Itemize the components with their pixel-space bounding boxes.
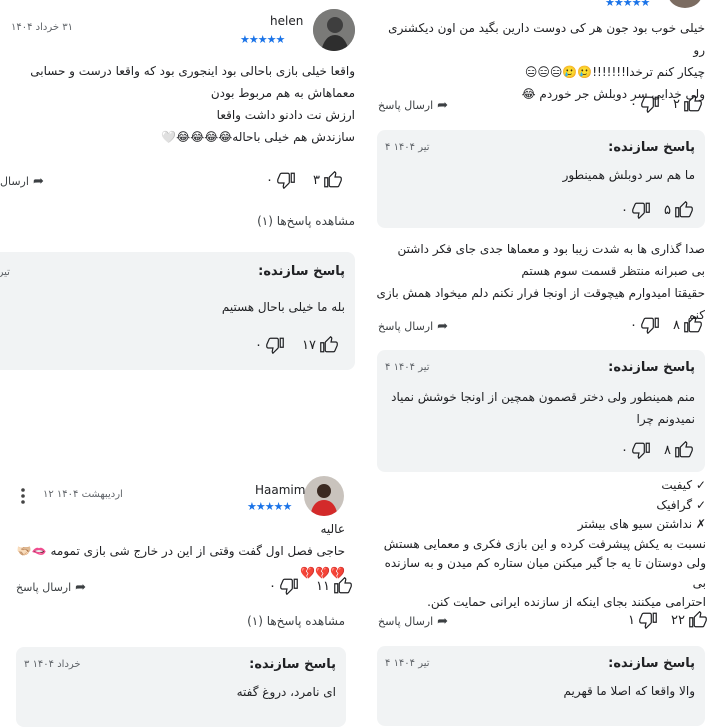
thumbs-up-icon[interactable] (324, 171, 342, 189)
rating-stars: ★★★★★ (605, 0, 650, 9)
thumbs-down-icon[interactable] (632, 441, 650, 459)
avatar-image (304, 476, 344, 516)
reply-vote-row: ۰ ۱۷ (255, 336, 338, 354)
avatar-image (313, 9, 355, 51)
like-count: ۲ (672, 96, 680, 112)
thumbs-up-icon[interactable] (684, 95, 702, 113)
reply-text: بله ما خیلی باحال هستیم (221, 300, 345, 314)
reply-arrow-icon: ➦ (437, 614, 449, 629)
more-options-icon[interactable] (18, 486, 28, 506)
reply-date: ۳ خرداد ۱۴۰۴ (24, 659, 81, 670)
reply-text: ما هم سر دوبلش همینطور (562, 168, 695, 182)
send-reply-button[interactable]: ➦ ارسال پاسخ (378, 614, 448, 629)
send-label: ارسال (0, 175, 29, 188)
reply-title: پاسخ سازنده: (258, 264, 345, 279)
thumbs-up-icon[interactable] (689, 611, 707, 629)
review-text: عالیه حاجی فصل اول گفت وقتی از این در خا… (16, 522, 345, 580)
send-reply-button[interactable]: ➦ ارسال پاسخ (378, 98, 448, 113)
developer-reply: پاسخ سازنده: ۴ تیر بله ما خیلی باحال هست… (0, 252, 355, 370)
developer-reply: پاسخ سازنده: ۳ خرداد ۱۴۰۴ ای نامرد، دروغ… (16, 647, 346, 727)
developer-reply: پاسخ سازنده: ۴ تیر ۱۴۰۴ منم همینطور ولی … (377, 350, 705, 472)
reply-title: پاسخ سازنده: (608, 140, 695, 155)
reply-date: ۴ تیر ۱۴۰۴ (385, 142, 430, 153)
send-label: ارسال پاسخ (378, 320, 434, 333)
reply-date: ۴ تیر (0, 267, 10, 278)
dislike-count: ۰ (266, 172, 273, 188)
reply-date: ۴ تیر ۱۴۰۴ (385, 362, 430, 373)
rating-stars: ★★★★★ (240, 33, 285, 46)
rating-stars: ★★★★★ (247, 500, 292, 513)
reply-arrow-icon: ➦ (32, 174, 44, 189)
thumbs-up-icon[interactable] (684, 316, 702, 334)
reply-title: پاسخ سازنده: (608, 360, 695, 375)
like-count: ۲۲ (670, 612, 685, 628)
reply-text: منم همینطور ولی دختر قصمون همچین از اونج… (391, 390, 695, 426)
thumbs-down-icon[interactable] (632, 201, 650, 219)
reply-title: پاسخ سازنده: (249, 657, 336, 672)
reply-arrow-icon: ➦ (437, 98, 449, 113)
vote-row: ۰ ۲ (630, 95, 702, 113)
like-count: ۳ (312, 172, 320, 188)
review-date: ۳۱ خرداد ۱۴۰۴ (11, 22, 73, 33)
dislike-count: ۰ (621, 442, 628, 458)
reviewer-name: Haamim (255, 483, 306, 497)
view-replies-link[interactable]: مشاهده پاسخ‌ها (۱) (190, 614, 345, 628)
dislike-count: ۰ (630, 317, 637, 333)
thumbs-down-icon[interactable] (641, 95, 659, 113)
review-text: واقعا خیلی بازی باحالی بود اینجوری بود ک… (30, 64, 355, 144)
send-reply-button[interactable]: ➦ ارسال پاسخ (378, 319, 448, 334)
dislike-count: ۱ (628, 612, 635, 628)
avatar (304, 476, 344, 516)
send-label: ارسال پاسخ (378, 615, 434, 628)
reply-vote-row: ۰ ۵ (621, 201, 693, 219)
reviewer-name: helen (270, 14, 304, 28)
send-reply-button[interactable]: ➦ ارسال (0, 174, 44, 189)
like-count: ۱۱ (315, 578, 330, 594)
vote-row: ۰ ۸ (630, 316, 702, 334)
vote-row: ۱ ۲۲ (628, 611, 707, 629)
dislike-count: ۰ (621, 202, 628, 218)
dislike-count: ۰ (630, 96, 637, 112)
vote-row: ۰ ۱۱ (269, 577, 352, 595)
review-text: ✓ کیفیت ✓ گرافیک ✗ نداشتن سیو های بیشتر … (383, 478, 706, 609)
thumbs-down-icon[interactable] (280, 577, 298, 595)
like-count: ۵ (663, 202, 671, 218)
reply-arrow-icon: ➦ (75, 580, 87, 595)
thumbs-down-icon[interactable] (266, 336, 284, 354)
send-label: ارسال پاسخ (378, 99, 434, 112)
thumbs-up-icon[interactable] (675, 441, 693, 459)
send-label: ارسال پاسخ (16, 581, 72, 594)
thumbs-up-icon[interactable] (320, 336, 338, 354)
like-count: ۱۷ (301, 337, 316, 353)
thumbs-down-icon[interactable] (277, 171, 295, 189)
reply-date: ۴ تیر ۱۴۰۴ (385, 658, 430, 669)
thumbs-up-icon[interactable] (675, 201, 693, 219)
thumbs-down-icon[interactable] (639, 611, 657, 629)
developer-reply: پاسخ سازنده: ۴ تیر ۱۴۰۴ ما هم سر دوبلش ه… (377, 130, 705, 228)
review-text: صدا گذاری ها به شدت زیبا بود و معماها جد… (376, 242, 705, 322)
review-date: ۱۲ اردیبهشت ۱۴۰۴ (43, 489, 123, 500)
dislike-count: ۰ (269, 578, 276, 594)
avatar (313, 9, 355, 51)
review-text: خیلی خوب بود جون هر کی دوست دارین بگید م… (388, 21, 705, 101)
reply-text: ای نامرد، دروغ گفته (236, 685, 336, 699)
vote-row: ۰ ۳ (266, 171, 342, 189)
avatar (668, 0, 702, 8)
thumbs-down-icon[interactable] (641, 316, 659, 334)
like-count: ۸ (663, 442, 671, 458)
send-reply-button[interactable]: ➦ ارسال پاسخ (16, 580, 86, 595)
like-count: ۸ (672, 317, 680, 333)
dislike-count: ۰ (255, 337, 262, 353)
reply-vote-row: ۰ ۸ (621, 441, 693, 459)
view-replies-link[interactable]: مشاهده پاسخ‌ها (۱) (200, 214, 355, 228)
developer-reply: پاسخ سازنده: ۴ تیر ۱۴۰۴ والا واقعا که اص… (377, 646, 705, 726)
reply-arrow-icon: ➦ (437, 319, 449, 334)
reply-text: والا واقعا که اصلا ما قهریم (563, 684, 695, 698)
thumbs-up-icon[interactable] (334, 577, 352, 595)
reply-title: پاسخ سازنده: (608, 656, 695, 671)
